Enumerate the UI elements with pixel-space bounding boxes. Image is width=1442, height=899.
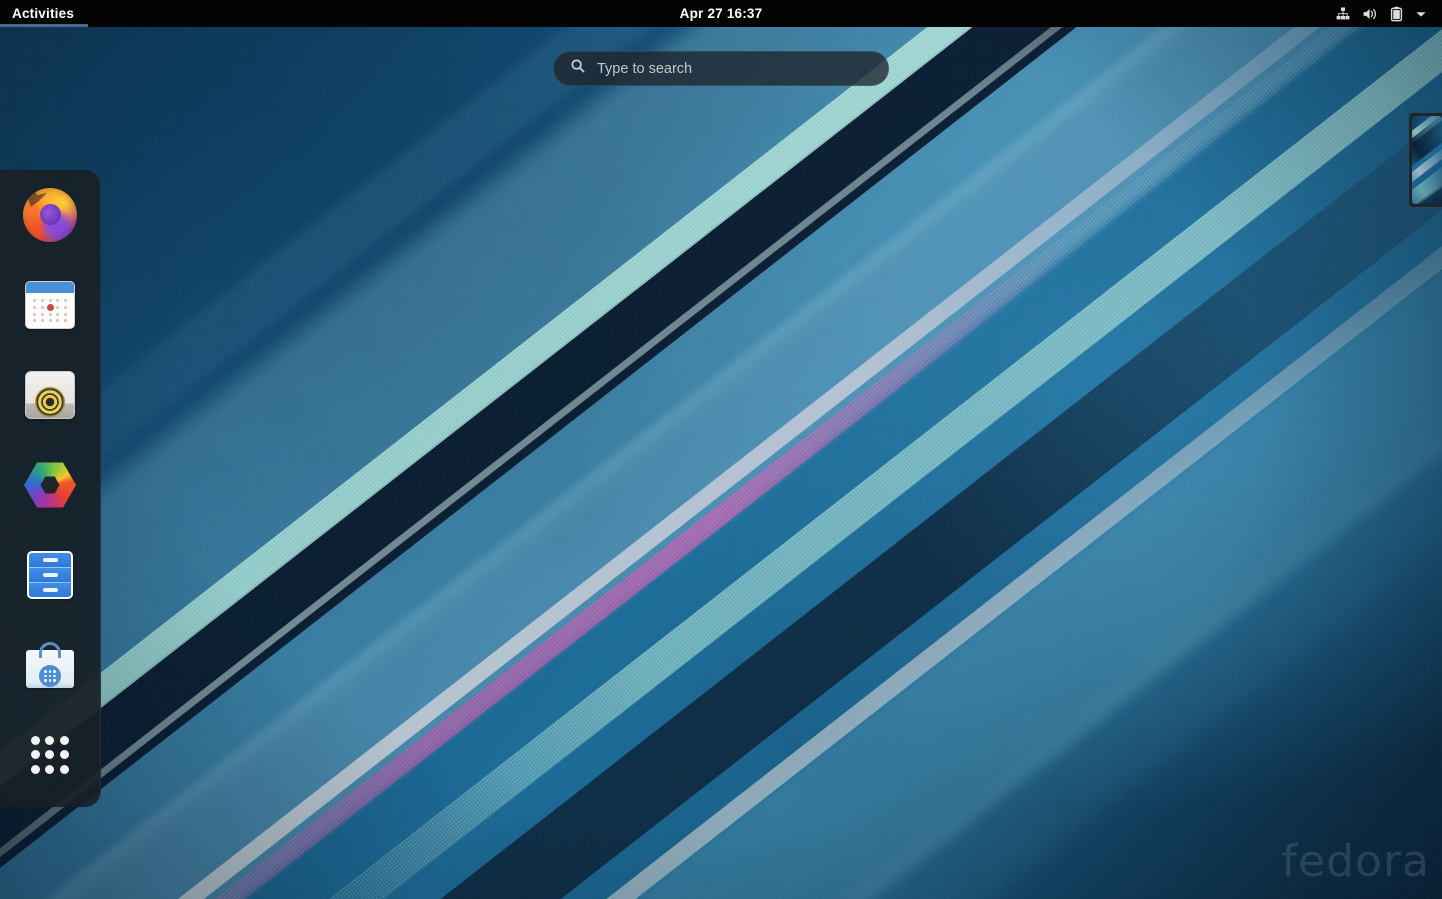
top-bar: Activities Apr 27 16:37	[0, 0, 1442, 27]
show-applications-button[interactable]	[19, 724, 81, 786]
search-icon	[570, 58, 586, 79]
network-wired-icon[interactable]	[1335, 6, 1351, 22]
dock-item-firefox[interactable]	[19, 184, 81, 246]
search-placeholder: Type to search	[597, 60, 693, 77]
workspace-switcher[interactable]	[1408, 112, 1442, 208]
app-grid-icon	[28, 733, 72, 777]
battery-icon[interactable]	[1390, 6, 1403, 22]
activities-active-underline	[0, 24, 88, 27]
dock-item-software[interactable]	[19, 634, 81, 696]
activities-button[interactable]: Activities	[0, 0, 88, 27]
clock-menu-button[interactable]: Apr 27 16:37	[670, 0, 773, 27]
dash-dock	[0, 170, 101, 807]
volume-speaker-icon[interactable]	[1362, 6, 1379, 22]
dock-item-calendar[interactable]	[19, 274, 81, 336]
workspace-thumbnail-wallpaper	[1412, 116, 1442, 204]
firefox-icon	[23, 188, 77, 242]
activities-label: Activities	[12, 6, 75, 21]
system-status-menu-button[interactable]	[1329, 0, 1434, 27]
clock-label: Apr 27 16:37	[679, 6, 763, 21]
files-icon	[27, 551, 73, 599]
software-icon	[26, 642, 74, 688]
dock-item-rhythmbox[interactable]	[19, 364, 81, 426]
workspace-thumbnail-1[interactable]	[1412, 116, 1442, 204]
wallpaper-vignette	[0, 0, 1442, 899]
photos-icon	[24, 462, 76, 508]
dock-item-files[interactable]	[19, 544, 81, 606]
calendar-icon	[25, 281, 75, 329]
rhythmbox-icon	[25, 371, 75, 419]
fedora-watermark: fedora	[1281, 836, 1430, 887]
dock-item-photos[interactable]	[19, 454, 81, 516]
desktop-background: fedora	[0, 0, 1442, 899]
chevron-down-icon[interactable]	[1414, 7, 1428, 21]
search-area: Type to search	[0, 51, 1442, 86]
search-input[interactable]: Type to search	[553, 51, 889, 86]
